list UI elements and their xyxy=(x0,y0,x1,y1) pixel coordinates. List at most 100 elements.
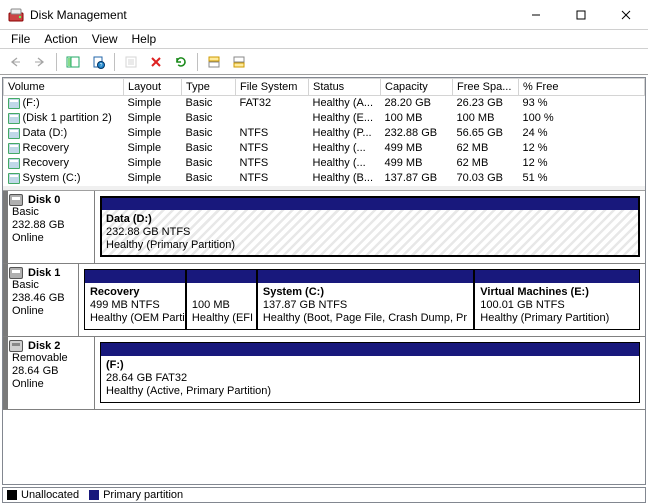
col-status[interactable]: Status xyxy=(309,79,381,96)
help-button[interactable]: ? xyxy=(87,51,109,73)
volume-icon xyxy=(8,113,20,124)
volume-name: System (C:) xyxy=(23,172,81,184)
cell-layout: Simple xyxy=(124,171,182,186)
toolbar-separator xyxy=(56,53,57,71)
partition-band xyxy=(475,270,639,283)
partition-sizefs: 499 MB NTFS xyxy=(90,299,180,312)
partition-band xyxy=(101,197,639,210)
maximize-button[interactable] xyxy=(558,0,603,29)
partition[interactable]: System (C:)137.87 GB NTFSHealthy (Boot, … xyxy=(257,269,474,330)
partition-status: Healthy (Primary Partition) xyxy=(480,312,634,325)
delete-button[interactable] xyxy=(145,51,167,73)
disk-kind: Removable xyxy=(12,352,88,365)
cell-type: Basic xyxy=(182,111,236,126)
table-row[interactable]: Data (D:)SimpleBasicNTFSHealthy (P...232… xyxy=(4,126,645,141)
disk-kind: Basic xyxy=(12,279,72,292)
volume-icon xyxy=(8,98,20,109)
partition[interactable]: (F:)28.64 GB FAT32Healthy (Active, Prima… xyxy=(100,342,640,403)
volume-name: Recovery xyxy=(23,142,69,154)
cell-type: Basic xyxy=(182,96,236,111)
partition-status: Healthy (Primary Partition) xyxy=(106,239,634,252)
cell-pct: 100 % xyxy=(519,111,645,126)
partition-name: (F:) xyxy=(106,359,634,372)
disk-size: 232.88 GB xyxy=(12,219,88,232)
partition-sizefs: 232.88 GB NTFS xyxy=(106,226,634,239)
disk-header[interactable]: Disk 1Basic238.46 GBOnline xyxy=(3,264,79,336)
col-volume[interactable]: Volume xyxy=(4,79,124,96)
disk-state: Online xyxy=(12,305,72,318)
forward-button[interactable] xyxy=(29,51,51,73)
cell-status: Healthy (B... xyxy=(309,171,381,186)
cell-layout: Simple xyxy=(124,126,182,141)
col-type[interactable]: Type xyxy=(182,79,236,96)
cell-layout: Simple xyxy=(124,111,182,126)
partition[interactable]: Virtual Machines (E:)100.01 GB NTFSHealt… xyxy=(474,269,640,330)
disk-partitions: Recovery499 MB NTFSHealthy (OEM Partit 1… xyxy=(79,264,645,336)
toolbar-separator xyxy=(197,53,198,71)
partition-name: System (C:) xyxy=(263,286,468,299)
volume-name: (F:) xyxy=(23,97,40,109)
cell-fs: FAT32 xyxy=(236,96,309,111)
cell-free: 26.23 GB xyxy=(453,96,519,111)
table-row[interactable]: RecoverySimpleBasicNTFSHealthy (...499 M… xyxy=(4,141,645,156)
cell-free: 62 MB xyxy=(453,156,519,171)
disk-list-top-button[interactable] xyxy=(203,51,225,73)
disk-kind: Basic xyxy=(12,206,88,219)
cell-free: 56.65 GB xyxy=(453,126,519,141)
menu-view[interactable]: View xyxy=(85,30,125,48)
disk-list-bottom-button[interactable] xyxy=(228,51,250,73)
table-row[interactable]: (F:)SimpleBasicFAT32Healthy (A...28.20 G… xyxy=(4,96,645,111)
cell-status: Healthy (... xyxy=(309,156,381,171)
menu-bar: File Action View Help xyxy=(0,30,648,49)
volume-icon xyxy=(8,158,20,169)
cell-fs xyxy=(236,111,309,126)
disk-icon xyxy=(9,267,23,279)
cell-capacity: 28.20 GB xyxy=(381,96,453,111)
partition[interactable]: Recovery499 MB NTFSHealthy (OEM Partit xyxy=(84,269,186,330)
toolbar-separator xyxy=(114,53,115,71)
cell-fs: NTFS xyxy=(236,171,309,186)
menu-file[interactable]: File xyxy=(4,30,37,48)
disk-row-disk2: Disk 2Removable28.64 GBOnline(F:)28.64 G… xyxy=(3,337,645,410)
volume-icon xyxy=(8,143,20,154)
close-button[interactable] xyxy=(603,0,648,29)
table-row[interactable]: System (C:)SimpleBasicNTFSHealthy (B...1… xyxy=(4,171,645,186)
col-filesystem[interactable]: File System xyxy=(236,79,309,96)
column-headers[interactable]: Volume Layout Type File System Status Ca… xyxy=(4,79,645,96)
cell-free: 100 MB xyxy=(453,111,519,126)
legend-bar: Unallocated Primary partition xyxy=(2,487,646,503)
partition-sizefs: 100.01 GB NTFS xyxy=(480,299,634,312)
table-row[interactable]: RecoverySimpleBasicNTFSHealthy (...499 M… xyxy=(4,156,645,171)
col-pctfree[interactable]: % Free xyxy=(519,79,645,96)
cell-capacity: 499 MB xyxy=(381,141,453,156)
show-hide-console-tree-button[interactable] xyxy=(62,51,84,73)
menu-help[interactable]: Help xyxy=(125,30,164,48)
disk-header[interactable]: Disk 2Removable28.64 GBOnline xyxy=(3,337,95,409)
col-capacity[interactable]: Capacity xyxy=(381,79,453,96)
menu-action[interactable]: Action xyxy=(37,30,84,48)
volume-table[interactable]: Volume Layout Type File System Status Ca… xyxy=(3,78,645,190)
partition[interactable]: Data (D:)232.88 GB NTFSHealthy (Primary … xyxy=(100,196,640,257)
partition-status: Healthy (OEM Partit xyxy=(90,312,180,325)
partition-name: Data (D:) xyxy=(106,213,634,226)
app-icon xyxy=(8,7,24,23)
partition[interactable]: 100 MBHealthy (EFI Sy xyxy=(186,269,257,330)
disk-header[interactable]: Disk 0Basic232.88 GBOnline xyxy=(3,191,95,263)
volume-icon xyxy=(8,128,20,139)
partition-band xyxy=(187,270,256,283)
volume-list-pane[interactable]: Volume Layout Type File System Status Ca… xyxy=(3,78,645,190)
disk-graphical-pane[interactable]: Disk 0Basic232.88 GBOnlineData (D:)232.8… xyxy=(3,190,645,484)
disk-size: 28.64 GB xyxy=(12,365,88,378)
back-button[interactable] xyxy=(4,51,26,73)
disk-icon xyxy=(9,194,23,206)
minimize-button[interactable] xyxy=(513,0,558,29)
cell-fs: NTFS xyxy=(236,156,309,171)
table-row[interactable]: (Disk 1 partition 2)SimpleBasicHealthy (… xyxy=(4,111,645,126)
properties-button[interactable] xyxy=(120,51,142,73)
toolbar: ? xyxy=(0,49,648,75)
cell-free: 70.03 GB xyxy=(453,171,519,186)
col-freespace[interactable]: Free Spa... xyxy=(453,79,519,96)
col-layout[interactable]: Layout xyxy=(124,79,182,96)
refresh-button[interactable] xyxy=(170,51,192,73)
partition-name: Recovery xyxy=(90,286,180,299)
